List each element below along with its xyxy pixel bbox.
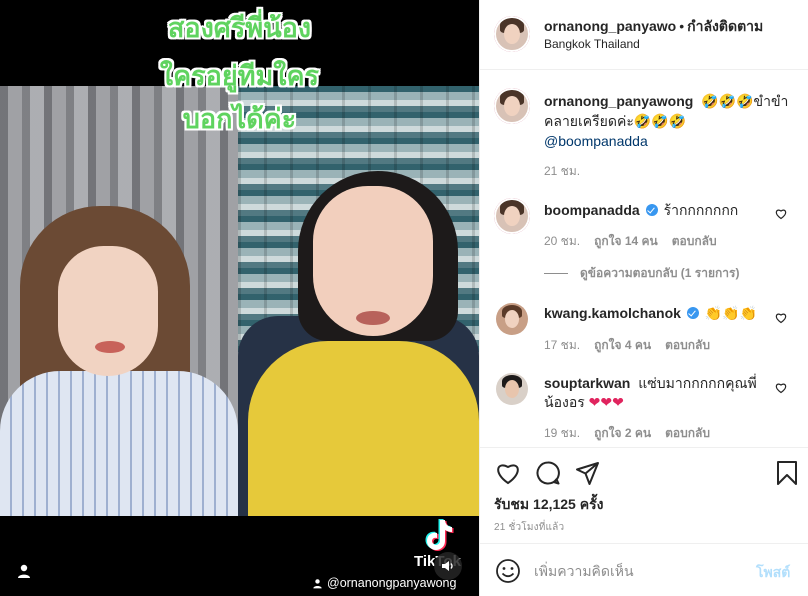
share-icon[interactable] (575, 460, 601, 486)
comment-meta: 17 ชม. ถูกใจ 4 คน ตอบกลับ (544, 336, 710, 355)
heart-icon[interactable] (495, 460, 521, 486)
header-separator: • (679, 18, 685, 34)
comment-username[interactable]: souptarkwan (544, 375, 630, 391)
comment-avatar[interactable] (494, 198, 530, 234)
view-replies-label: ดูข้อความตอบกลับ (1 รายการ) (580, 266, 740, 280)
caption-username[interactable]: ornanong_panyawong (544, 93, 693, 109)
video-right-frame (238, 86, 479, 516)
caption-text-2: คลายเครียดค่ะ (544, 113, 634, 129)
comment-likes[interactable]: ถูกใจ 2 คน (594, 424, 651, 443)
post-comment-button[interactable]: โพสต์ (756, 562, 790, 584)
tiktok-handle-text: @ornanongpanyawong (327, 576, 457, 590)
comment-time[interactable]: 17 ชม. (544, 336, 580, 355)
post-caption: ornanong_panyawong 🤣🤣🤣ขำขำ คลายเครียดค่ะ… (544, 92, 794, 151)
view-count[interactable]: รับชม 12,125 ครั้ง (494, 494, 603, 516)
user-tag-icon[interactable] (16, 563, 32, 579)
comment-body: แซ่บมากกกกกคุณพี่ (638, 375, 757, 391)
caption-text-1: ขำขำ (753, 93, 789, 109)
comment-meta: 20 ชม. ถูกใจ 14 คน ตอบกลับ (544, 232, 717, 251)
tiktok-handle: @ornanongpanyawong (312, 576, 456, 590)
comment-meta: 19 ชม. ถูกใจ 2 คน ตอบกลับ (544, 424, 710, 443)
video-caption-line-1: สองศรีพี่น้อง (167, 13, 312, 44)
post-side-panel: ornanong_panyawo • กำลังติดตาม Bangkok Tha… (479, 0, 808, 596)
post-location[interactable]: Bangkok Thailand (544, 37, 640, 51)
caption-emoji: 🤣🤣🤣 (701, 94, 754, 110)
speaker-icon (442, 561, 453, 571)
author-avatar[interactable] (494, 16, 530, 52)
post-time-ago[interactable]: 21 ชั่วโมงที่แล้ว (494, 520, 564, 535)
comment-hearts: ❤❤❤ (588, 395, 624, 411)
caption-time[interactable]: 21 ชม. (544, 162, 580, 181)
view-replies-button[interactable]: ดูข้อความตอบกลับ (1 รายการ) (544, 264, 739, 283)
reply-button[interactable]: ตอบกลับ (665, 424, 710, 443)
comment-username[interactable]: boompanadda (544, 202, 640, 218)
comment-body: 👏👏👏 (704, 306, 758, 322)
reply-button[interactable]: ตอบกลับ (672, 232, 717, 251)
comment-likes[interactable]: ถูกใจ 4 คน (594, 336, 651, 355)
author-username[interactable]: ornanong_panyawo (544, 18, 676, 34)
header-user-line: ornanong_panyawo • กำลังติดตาม (544, 16, 763, 38)
caption-author-avatar[interactable] (494, 88, 530, 124)
comment-likes[interactable]: ถูกใจ 14 คน (594, 232, 658, 251)
video-left-frame (0, 86, 238, 516)
comment-like-heart-icon[interactable] (775, 312, 787, 324)
comment-text: souptarkwan แซ่บมากกกกกคุณพี่ น้องอร ❤❤❤ (544, 374, 774, 413)
comment-body-2: น้องอร (544, 394, 585, 410)
verified-badge-icon (645, 204, 658, 216)
caption-meta: 21 ชม. (544, 162, 580, 181)
post-media-video[interactable]: สองศรีพี่น้อง ใครอยู่ทีมใคร บอกได้ค่ะ Ti… (0, 0, 479, 596)
comment-text: boompanadda ร้ากกกกกกก (544, 201, 774, 220)
video-caption-line-3: บอกได้ค่ะ (182, 104, 297, 135)
comment-input[interactable] (534, 554, 754, 588)
tiktok-logo (425, 519, 454, 551)
user-icon (313, 578, 322, 588)
comment-time[interactable]: 20 ชม. (544, 232, 580, 251)
caption-mention-link[interactable]: @boompanadda (544, 133, 648, 149)
comment-like-heart-icon[interactable] (775, 382, 787, 394)
comment-text: kwang.kamolchanok 👏👏👏 (544, 304, 774, 324)
post-actions: รับชม 12,125 ครั้ง 21 ชั่วโมงที่แล้ว (480, 447, 808, 547)
caption-emoji-2: 🤣🤣🤣 (633, 114, 687, 130)
comment-icon[interactable] (535, 460, 561, 486)
bookmark-icon[interactable] (774, 460, 800, 486)
emoji-icon[interactable] (495, 558, 521, 584)
following-button[interactable]: กำลังติดตาม (687, 18, 763, 34)
comment-time[interactable]: 19 ชม. (544, 424, 580, 443)
comment-avatar[interactable] (496, 373, 528, 405)
add-comment-bar: โพสต์ (480, 543, 808, 596)
video-caption-line-2: ใครอยู่ทีมใคร (159, 61, 320, 92)
comment-body: ร้ากกกกกกก (663, 202, 739, 218)
post-header: ornanong_panyawo • กำลังติดตาม Bangkok Tha… (480, 0, 808, 70)
comment-username[interactable]: kwang.kamolchanok (544, 305, 681, 321)
reply-button[interactable]: ตอบกลับ (665, 336, 710, 355)
comment-like-heart-icon[interactable] (775, 208, 787, 220)
comments-list[interactable]: ornanong_panyawong 🤣🤣🤣ขำขำ คลายเครียดค่ะ… (480, 70, 808, 447)
comment-avatar[interactable] (496, 303, 528, 335)
verified-badge-icon (686, 307, 699, 319)
